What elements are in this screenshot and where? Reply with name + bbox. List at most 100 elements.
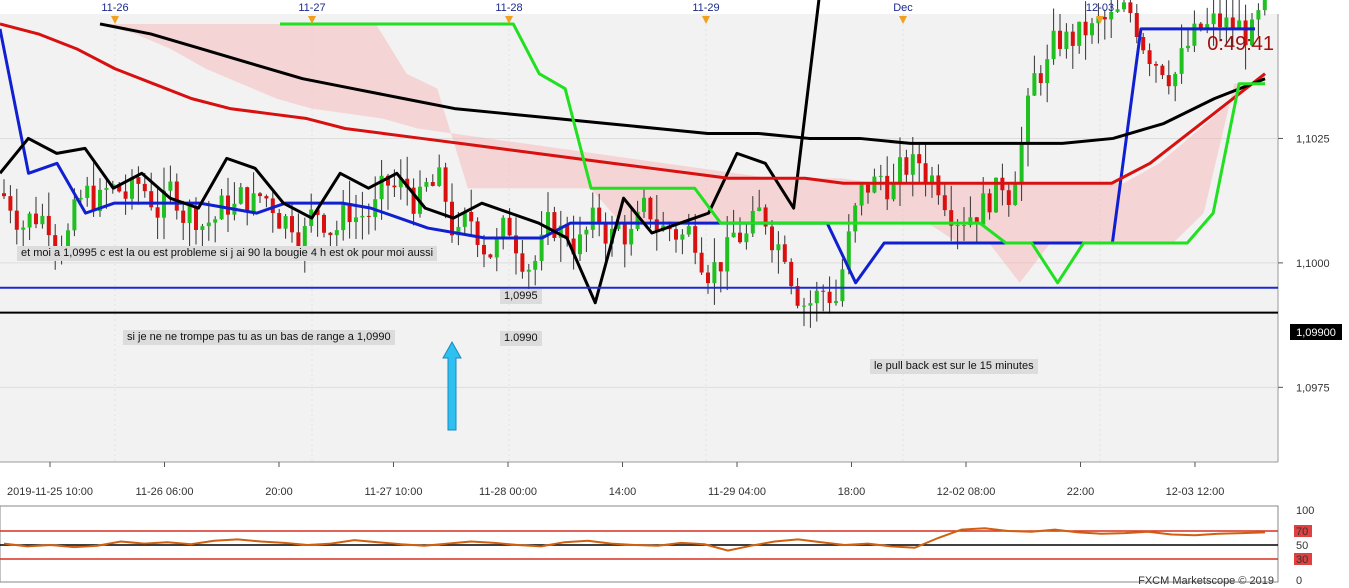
candle-body: [814, 290, 819, 304]
candle-body: [629, 228, 634, 245]
oscillator-tick-label: 70: [1296, 526, 1308, 538]
annotation-note: si je ne ne trompe pas tu as un bas de r…: [123, 330, 395, 345]
candle-body: [430, 182, 435, 186]
time-tick-label: 12-03 12:00: [1166, 486, 1225, 498]
candle-body: [731, 232, 736, 238]
candle-body: [520, 253, 525, 272]
candle-body: [1224, 17, 1229, 28]
candle-body: [424, 182, 429, 187]
candle-body: [469, 211, 474, 222]
candle-body: [821, 290, 826, 292]
candle-body: [194, 206, 198, 230]
candle-body: [526, 269, 531, 272]
candle-body: [251, 193, 256, 212]
candle-body: [437, 167, 442, 186]
candle-body: [834, 301, 838, 303]
candle-body: [1230, 17, 1235, 28]
oscillator-tick-label: 0: [1296, 575, 1302, 587]
candle-body: [328, 232, 333, 236]
top-date-label: Dec: [893, 2, 913, 14]
candle-body: [1128, 2, 1133, 14]
candle-body: [155, 207, 160, 218]
candle-body: [866, 184, 870, 193]
candle-body: [507, 217, 512, 236]
candle-body: [738, 232, 742, 243]
price-chart[interactable]: 11-26 11-27 11-28 11-29 Dec 12-03 2019-11-25 …: [0, 0, 1349, 588]
candle-body: [91, 185, 96, 211]
candle-body: [776, 244, 781, 251]
candle-body: [1013, 183, 1018, 205]
candle-body: [1134, 13, 1139, 37]
candle-body: [533, 260, 538, 270]
candle-body: [1058, 30, 1062, 49]
candle-body: [1147, 50, 1152, 64]
candle-body: [891, 182, 896, 200]
candle-body: [962, 225, 966, 227]
candle-body: [482, 244, 486, 255]
time-tick-label: 11-27 10:00: [365, 486, 423, 498]
price-ticks: 1,1025 1,1000 1,0975: [1278, 133, 1330, 394]
candle-body: [1064, 31, 1069, 49]
candle-body: [21, 227, 26, 230]
time-tick-label: 2019-11-25 10:00: [7, 486, 93, 498]
top-date-label: 12-03: [1086, 2, 1114, 14]
candle-body: [366, 215, 371, 217]
candle-body: [744, 233, 749, 243]
candle-body: [910, 154, 915, 175]
candle-body: [1032, 73, 1037, 96]
oscillator-tick-label: 100: [1296, 505, 1314, 517]
candle-body: [546, 212, 550, 235]
candle-body: [686, 226, 691, 235]
candle-body: [501, 217, 506, 240]
candle-body: [859, 184, 864, 206]
candle-body: [1038, 73, 1043, 84]
candle-body: [200, 226, 205, 230]
candle-body: [174, 181, 179, 211]
annotation-note: et moi a 1,0995 c est la ou est probleme…: [17, 246, 438, 261]
candle-body: [1026, 95, 1030, 145]
candle-body: [1160, 65, 1165, 76]
candle-body: [718, 262, 723, 272]
candle-body: [853, 205, 858, 232]
countdown-timer: 0:49:41: [1207, 33, 1274, 55]
candle-body: [53, 235, 58, 247]
candle-body: [552, 212, 557, 238]
candle-body: [136, 177, 141, 184]
price-tick-label: 1,0975: [1296, 382, 1330, 394]
candle-body: [341, 203, 346, 231]
candle-body: [578, 234, 582, 255]
candle-body: [680, 234, 685, 240]
candle-body: [443, 167, 448, 202]
candle-body: [840, 269, 845, 302]
top-date-strip: [0, 0, 1349, 14]
time-tick-label: 20:00: [265, 486, 293, 498]
time-tick-label: 18:00: [838, 486, 866, 498]
time-tick-label: 12-02 08:00: [937, 486, 996, 498]
oscillator-tick-label: 50: [1296, 540, 1308, 552]
top-date-label: 11-29: [692, 2, 719, 14]
candle-body: [789, 261, 794, 287]
candle-body: [475, 221, 480, 245]
oscillator-tick-label: 30: [1296, 554, 1308, 566]
candle-body: [238, 187, 243, 204]
candle-body: [1070, 31, 1075, 46]
candle-body: [770, 226, 774, 251]
candle-body: [878, 175, 883, 177]
candle-body: [334, 230, 339, 236]
time-tick-label: 11-28 00:00: [479, 486, 537, 498]
candle-body: [693, 226, 698, 253]
candle-body: [584, 229, 589, 235]
candle-body: [648, 197, 653, 220]
candle-body: [14, 210, 19, 230]
candle-body: [1179, 48, 1184, 74]
candle-body: [213, 219, 218, 223]
candle-body: [2, 193, 6, 197]
candle-body: [1141, 36, 1146, 51]
top-date-label: 11-26: [101, 2, 128, 14]
candle-body: [827, 291, 832, 303]
candle-body: [226, 195, 230, 215]
candle-body: [674, 229, 678, 240]
candle-body: [283, 216, 288, 229]
candle-body: [1237, 20, 1242, 28]
candle-body: [290, 216, 294, 233]
